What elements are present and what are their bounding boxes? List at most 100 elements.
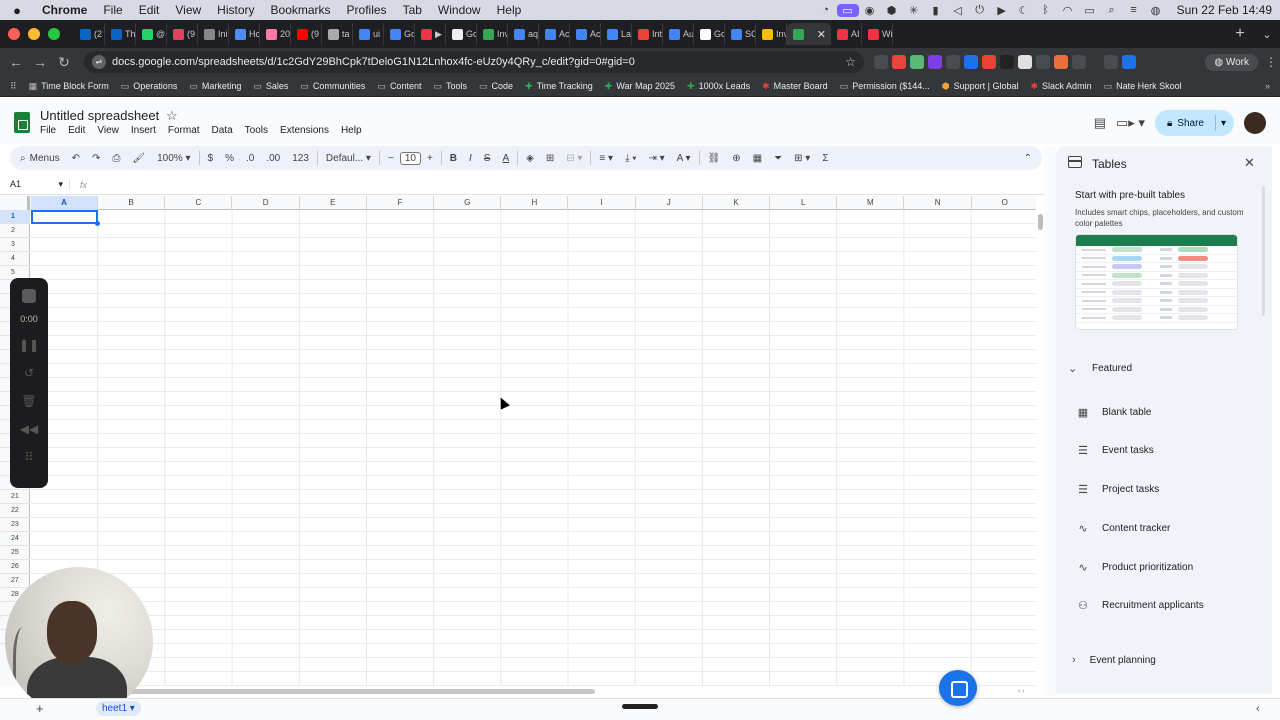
close-window-button[interactable] xyxy=(8,28,20,40)
template-recruitment-applicants[interactable]: ⚇ Recruitment applicants xyxy=(1076,599,1204,612)
mac-menu-history[interactable]: History xyxy=(209,3,262,17)
extension-icon[interactable] xyxy=(928,55,942,69)
reload-button[interactable]: ↻ xyxy=(52,54,76,71)
browser-tab[interactable]: (9 xyxy=(167,23,198,45)
browser-tab[interactable]: Ac xyxy=(539,23,570,45)
row-header[interactable]: 27 xyxy=(0,574,30,588)
browser-tab[interactable]: Inv xyxy=(477,23,508,45)
collapse-icon[interactable]: ◀◀ xyxy=(20,422,38,436)
vertical-align-icon[interactable]: ⤓ ▾ xyxy=(619,153,642,164)
insert-comment-icon[interactable]: ⊕ xyxy=(726,153,746,164)
browser-tab[interactable]: ta xyxy=(322,23,353,45)
redo-icon[interactable]: ↷ xyxy=(86,153,106,164)
extension-icon[interactable] xyxy=(1122,55,1136,69)
template-blank-table[interactable]: ▦ Blank table xyxy=(1076,406,1152,419)
profile-button[interactable]: ◍ Work xyxy=(1205,53,1258,71)
bookmark-item[interactable]: ✚ 1000x Leads xyxy=(681,81,756,92)
menu-data[interactable]: Data xyxy=(206,125,239,136)
event-planning-section[interactable]: › Event planning xyxy=(1072,654,1156,666)
browser-tab[interactable]: ▶ xyxy=(415,23,446,45)
template-product-prioritization[interactable]: ∿ Product prioritization xyxy=(1076,561,1193,574)
column-header-e[interactable]: E xyxy=(300,196,367,210)
row-header[interactable]: 24 xyxy=(0,532,30,546)
search-icon[interactable]: ⌕ xyxy=(1101,4,1123,17)
control-center-icon[interactable]: ≡ xyxy=(1123,4,1145,16)
status-icon[interactable]: ▶ xyxy=(991,4,1013,17)
mac-menu-help[interactable]: Help xyxy=(489,3,530,17)
row-header[interactable]: 26 xyxy=(0,560,30,574)
horizontal-scrollbar[interactable] xyxy=(90,689,595,694)
browser-tab[interactable]: Ini xyxy=(198,23,229,45)
status-icon[interactable]: ⏻ xyxy=(969,4,991,17)
zoom-select[interactable]: 100% ▾ xyxy=(151,153,196,164)
decrease-decimal-button[interactable]: .0 xyxy=(240,153,260,164)
browser-tab[interactable]: Wi xyxy=(862,23,893,45)
font-size-input[interactable]: 10 xyxy=(399,151,421,165)
trash-icon[interactable]: 🗑︎ xyxy=(21,394,36,408)
menu-insert[interactable]: Insert xyxy=(125,125,162,136)
extension-icon[interactable] xyxy=(1000,55,1014,69)
bookmark-item[interactable]: ▭ Permission ($144... xyxy=(834,81,936,92)
column-header-n[interactable]: N xyxy=(905,196,972,210)
bookmark-star-icon[interactable]: ☆ xyxy=(845,55,856,69)
browser-tab[interactable]: ✕ xyxy=(787,23,831,45)
percent-format-button[interactable]: % xyxy=(219,153,240,164)
clock[interactable]: Sun 22 Feb 14:49 xyxy=(1167,3,1272,17)
bookmark-item[interactable]: ✚ Time Tracking xyxy=(519,81,599,92)
mac-menu-profiles[interactable]: Profiles xyxy=(339,3,395,17)
bookmark-item[interactable]: ▭ Communities xyxy=(294,81,371,92)
font-select[interactable]: Defaul... ▾ xyxy=(320,153,377,164)
browser-tab[interactable]: 20 xyxy=(260,23,291,45)
row-header[interactable]: 25 xyxy=(0,546,30,560)
row-header[interactable]: 3 xyxy=(0,238,30,252)
volume-icon[interactable]: ◁ xyxy=(947,4,969,17)
increase-decimal-button[interactable]: .00 xyxy=(260,153,286,164)
browser-tab[interactable]: Int xyxy=(632,23,663,45)
extension-icon[interactable] xyxy=(910,55,924,69)
cells[interactable] xyxy=(31,210,1036,686)
wifi-icon[interactable]: ◠ xyxy=(1057,4,1079,17)
share-dropdown-icon[interactable]: ▾ xyxy=(1221,118,1226,129)
browser-tab[interactable]: Go xyxy=(694,23,725,45)
browser-tab[interactable]: ui xyxy=(353,23,384,45)
document-title[interactable]: Untitled spreadsheet xyxy=(40,108,159,123)
column-header-b[interactable]: B xyxy=(98,196,166,210)
browser-tab[interactable]: Go xyxy=(446,23,477,45)
star-icon[interactable]: ☆ xyxy=(166,108,178,124)
bookmark-item[interactable]: ▭ Sales xyxy=(247,81,294,92)
undo-icon[interactable]: ↶ xyxy=(66,153,86,164)
avatar[interactable] xyxy=(1244,112,1266,134)
row-header[interactable]: 21 xyxy=(0,490,30,504)
forward-button[interactable]: → xyxy=(28,54,52,70)
menu-edit[interactable]: Edit xyxy=(62,125,91,136)
browser-tab[interactable]: Inv xyxy=(756,23,787,45)
comments-icon[interactable]: ▤ xyxy=(1094,115,1106,131)
battery-icon[interactable]: ▮ xyxy=(925,4,947,17)
template-project-tasks[interactable]: ☰ Project tasks xyxy=(1076,483,1159,496)
bookmark-item[interactable]: ▭ Code xyxy=(473,81,519,92)
spreadsheet-grid[interactable]: ABCDEFGHIJKLMNO 1234521222324252627283 xyxy=(0,196,1036,686)
fill-color-icon[interactable]: ◈ xyxy=(520,153,540,164)
download-icon[interactable] xyxy=(1104,55,1118,69)
bluetooth-icon[interactable]: ᛒ xyxy=(1035,4,1057,16)
mac-menu-window[interactable]: Window xyxy=(430,3,489,17)
bookmark-item[interactable]: ⬢ Support | Global xyxy=(936,81,1025,92)
restart-icon[interactable]: ↺ xyxy=(24,366,34,380)
chat-fab-button[interactable] xyxy=(939,670,977,706)
browser-tab[interactable]: AI xyxy=(831,23,862,45)
bookmark-item[interactable]: ▭ Tools xyxy=(427,81,473,92)
menu-extensions[interactable]: Extensions xyxy=(274,125,335,136)
row-header[interactable]: 2 xyxy=(0,224,30,238)
mac-menu-view[interactable]: View xyxy=(167,3,209,17)
name-box[interactable]: A1 ▾ xyxy=(0,179,70,190)
minimize-window-button[interactable] xyxy=(28,28,40,40)
browser-tab[interactable]: SC xyxy=(725,23,756,45)
bookmark-item[interactable]: ▭ Marketing xyxy=(183,81,247,92)
apps-icon[interactable]: ⠿ xyxy=(0,81,23,92)
column-header-d[interactable]: D xyxy=(233,196,300,210)
bookmark-item[interactable]: ▭ Operations xyxy=(115,81,184,92)
bookmark-item[interactable]: ✱ Master Board xyxy=(756,81,834,92)
tab-close-icon[interactable]: ✕ xyxy=(817,28,830,41)
browser-tab[interactable]: aq xyxy=(508,23,539,45)
browser-tab[interactable]: Go xyxy=(384,23,415,45)
